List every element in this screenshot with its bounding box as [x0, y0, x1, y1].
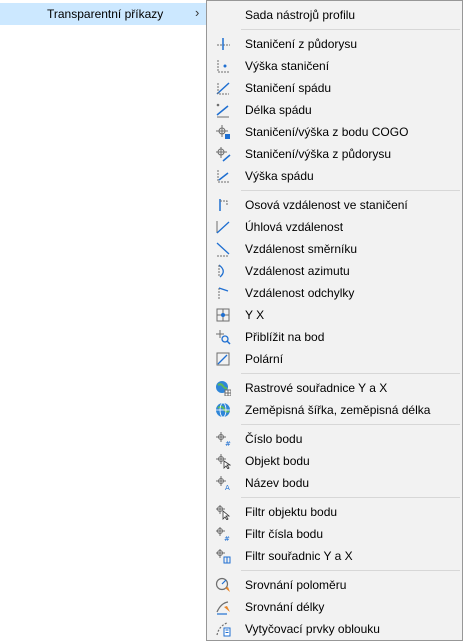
menu-item-label: Sada nástrojů profilu [245, 8, 356, 22]
menu-item-label: Výška spádu [245, 169, 314, 183]
northing-easting-filter-icon [215, 548, 231, 564]
transparent-commands-submenu: Sada nástrojů profilu Staničení z půdory… [206, 0, 463, 641]
menu-item-polar[interactable]: Polární [207, 348, 462, 370]
grade-length-icon [215, 102, 231, 118]
station-elevation-plan-icon [215, 146, 231, 162]
bearing-distance-icon [215, 241, 231, 257]
menu-item-station-from-plan[interactable]: Staničení z půdorysu [207, 33, 462, 55]
menu-item-label: Filtr objektu bodu [245, 505, 338, 519]
latlong-globe-icon [215, 402, 231, 418]
grid-globe-icon [215, 380, 231, 396]
menu-item-label: Rastrové souřadnice Y a X [245, 381, 388, 395]
menu-item-label: Vytyčovací prvky oblouku [245, 622, 380, 636]
grade-elevation-icon [215, 168, 231, 184]
station-offset-icon [215, 197, 231, 213]
menu-item-northing-easting-filter[interactable]: Filtr souřadnic Y a X [207, 545, 462, 567]
menu-item-match-length[interactable]: Srovnání délky [207, 596, 462, 618]
azimuth-distance-icon [215, 263, 231, 279]
menu-item-label: Vzdálenost azimutu [245, 264, 350, 278]
menu-item-label: Přiblížit na bod [245, 330, 325, 344]
menu-item-label: Transparentní příkazy [47, 7, 164, 21]
menu-item-zoom-to-point[interactable]: Přiblížit na bod [207, 326, 462, 348]
menu-item-northing-easting[interactable]: Y X [207, 304, 462, 326]
point-name-icon: A [215, 475, 231, 491]
menu-item-azimuth-distance[interactable]: Vzdálenost azimutu [207, 260, 462, 282]
menu-item-grid-coordinates[interactable]: Rastrové souřadnice Y a X [207, 377, 462, 399]
menu-separator [241, 29, 460, 30]
point-number-filter-icon: # [215, 526, 231, 542]
menu-item-label: Staničení z půdorysu [245, 37, 358, 51]
station-grade-icon [215, 80, 231, 96]
menu-item-angle-distance[interactable]: Úhlová vzdálenost [207, 216, 462, 238]
menu-separator [241, 570, 460, 571]
curve-calculator-icon [215, 621, 231, 637]
menu-item-label: Vzdálenost odchylky [245, 286, 355, 300]
menu-item-label: Srovnání délky [245, 600, 325, 614]
menu-item-bearing-distance[interactable]: Vzdálenost směrníku [207, 238, 462, 260]
menu-item-latitude-longitude[interactable]: Zeměpisná šířka, zeměpisná délka [207, 399, 462, 421]
point-object-icon [215, 453, 231, 469]
menu-item-label: Číslo bodu [245, 432, 303, 446]
menu-item-label: Výška staničení [245, 59, 330, 73]
menu-item-label: Staničení/výška z půdorysu [245, 147, 392, 161]
menu-item-label: Vzdálenost směrníku [245, 242, 358, 256]
angle-distance-icon [215, 219, 231, 235]
svg-text:#: # [225, 440, 231, 447]
menu-item-station-offset[interactable]: Osová vzdálenost ve staničení [207, 194, 462, 216]
menu-item-point-number-filter[interactable]: # Filtr čísla bodu [207, 523, 462, 545]
match-length-icon [215, 599, 231, 615]
svg-text:#: # [224, 535, 230, 542]
menu-item-transparent-commands[interactable]: Transparentní příkazy › [0, 3, 206, 25]
menu-item-label: Staničení/výška z bodu COGO [245, 125, 409, 139]
menu-item-label: Srovnání poloměru [245, 578, 347, 592]
point-object-filter-icon [215, 504, 231, 520]
zoom-to-point-icon [215, 329, 231, 345]
menu-item-point-name[interactable]: A Název bodu [207, 472, 462, 494]
menu-item-station-elevation[interactable]: Výška staničení [207, 55, 462, 77]
menu-item-label: Osová vzdálenost ve staničení [245, 198, 408, 212]
menu-item-point-object-filter[interactable]: Filtr objektu bodu [207, 501, 462, 523]
menu-item-label: Název bodu [245, 476, 310, 490]
menu-item-point-object[interactable]: Objekt bodu [207, 450, 462, 472]
menu-item-grade-length[interactable]: Délka spádu [207, 99, 462, 121]
menu-item-profile-toolbar[interactable]: Sada nástrojů profilu [207, 4, 462, 26]
menu-separator [241, 497, 460, 498]
menu-item-deflection-distance[interactable]: Vzdálenost odchylky [207, 282, 462, 304]
menu-separator [241, 190, 460, 191]
menu-item-label: Filtr souřadnic Y a X [245, 549, 353, 563]
menu-item-label: Objekt bodu [245, 454, 310, 468]
menu-item-label: Y X [245, 308, 265, 322]
menu-item-label: Úhlová vzdálenost [245, 220, 344, 234]
northing-easting-icon [215, 307, 231, 323]
menu-item-label: Zeměpisná šířka, zeměpisná délka [245, 403, 431, 417]
station-elevation-icon [215, 58, 231, 74]
menu-item-grade-elevation[interactable]: Výška spádu [207, 165, 462, 187]
menu-item-station-grade[interactable]: Staničení spádu [207, 77, 462, 99]
point-number-icon: # [215, 431, 231, 447]
menu-item-label: Polární [245, 352, 284, 366]
chevron-right-icon: › [195, 5, 200, 20]
menu-item-label: Staničení spádu [245, 81, 332, 95]
station-plan-icon [215, 36, 231, 52]
svg-text:A: A [225, 484, 230, 491]
menu-item-point-number[interactable]: # Číslo bodu [207, 428, 462, 450]
menu-item-station-elevation-cogo[interactable]: Staničení/výška z bodu COGO [207, 121, 462, 143]
menu-item-match-radius[interactable]: Srovnání poloměru [207, 574, 462, 596]
menu-item-label: Filtr čísla bodu [245, 527, 324, 541]
menu-item-station-elevation-plan[interactable]: Staničení/výška z půdorysu [207, 143, 462, 165]
menu-item-curve-calculator[interactable]: Vytyčovací prvky oblouku [207, 618, 462, 640]
station-elevation-cogo-icon [215, 124, 231, 140]
match-radius-icon [215, 577, 231, 593]
menu-separator [241, 373, 460, 374]
polar-icon [215, 351, 231, 367]
deflection-distance-icon [215, 285, 231, 301]
menu-item-label: Délka spádu [245, 103, 312, 117]
menu-separator [241, 424, 460, 425]
